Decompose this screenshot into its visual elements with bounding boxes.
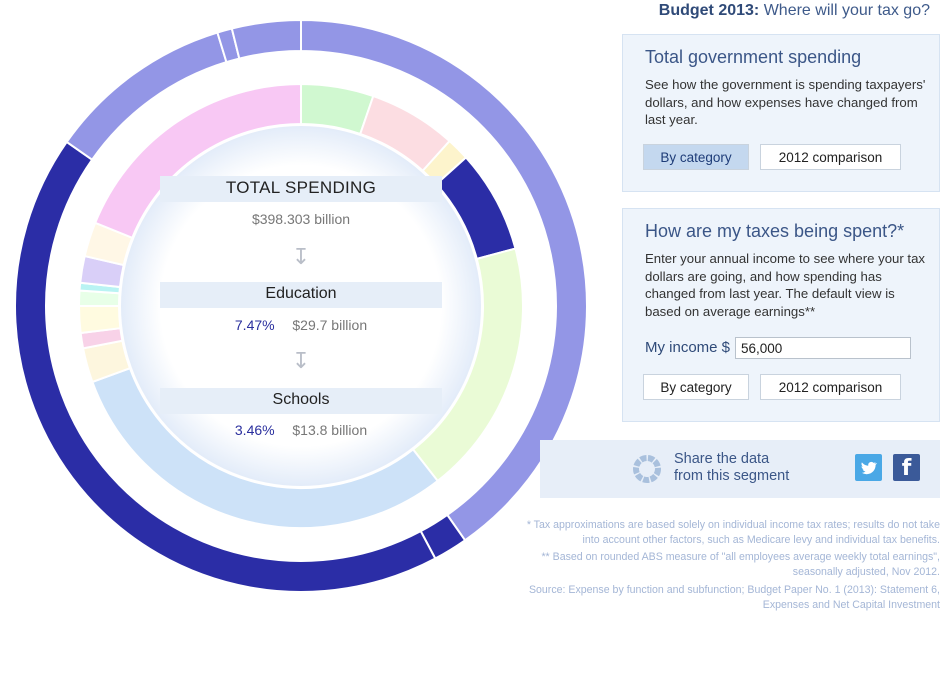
share-line-1: Share the data: [674, 451, 770, 467]
drilldown-arrow-icon: ↧: [291, 348, 311, 373]
category-figures: 7.47% $29.7 billion: [130, 317, 472, 335]
page-title-bold: Budget 2013:: [658, 2, 760, 19]
subcategory-figures: 3.46% $13.8 billion: [130, 422, 472, 440]
category-percent: 7.47%: [234, 317, 275, 333]
taxes-by-category-button[interactable]: By category: [643, 374, 749, 400]
comparison-2012-button[interactable]: 2012 comparison: [760, 144, 901, 170]
share-line-2: from this segment: [674, 468, 790, 484]
total-spending-description: See how the government is spending taxpa…: [645, 77, 926, 127]
facebook-icon[interactable]: f: [893, 454, 920, 481]
total-spending-label: TOTAL SPENDING: [225, 178, 377, 197]
total-spending-panel: Total government spending See how the go…: [622, 34, 940, 192]
income-label: My income $: [645, 339, 731, 356]
page-title-rest: Where will your tax go?: [763, 2, 930, 19]
my-taxes-panel: How are my taxes being spent?* Enter you…: [622, 208, 940, 422]
my-taxes-description: Enter your annual income to see where yo…: [645, 251, 926, 319]
total-spending-amount: $398.303 billion: [251, 211, 351, 227]
twitter-icon[interactable]: [855, 454, 882, 481]
page-title: Budget 2013: Where will your tax go?: [659, 2, 930, 20]
inner-ring-segment[interactable]: [77, 305, 122, 335]
category-name: Education: [265, 285, 337, 302]
footnote-tax: * Tax approximations are based solely on…: [526, 519, 940, 546]
category-amount: $29.7 billion: [292, 317, 368, 333]
subcategory-amount: $13.8 billion: [292, 422, 368, 438]
share-bar: Share the data from this segment f: [540, 440, 940, 498]
total-spending-heading: Total government spending: [645, 47, 862, 67]
share-donut-icon: [633, 455, 661, 483]
by-category-button[interactable]: By category: [643, 144, 749, 170]
my-taxes-heading: How are my taxes being spent?*: [645, 221, 905, 241]
footnote-source: Source: Expense by function and subfunct…: [528, 584, 940, 611]
outer-ring-segment[interactable]: [230, 18, 302, 60]
income-input[interactable]: [735, 337, 911, 359]
footnote-earnings: ** Based on rounded ABS measure of "all …: [541, 551, 940, 578]
taxes-comparison-2012-button[interactable]: 2012 comparison: [760, 374, 901, 400]
drilldown-arrow-icon: ↧: [291, 244, 311, 269]
share-text[interactable]: Share the data from this segment: [674, 451, 789, 485]
subcategory-percent: 3.46%: [234, 422, 275, 438]
subcategory-name: Schools: [272, 391, 330, 408]
